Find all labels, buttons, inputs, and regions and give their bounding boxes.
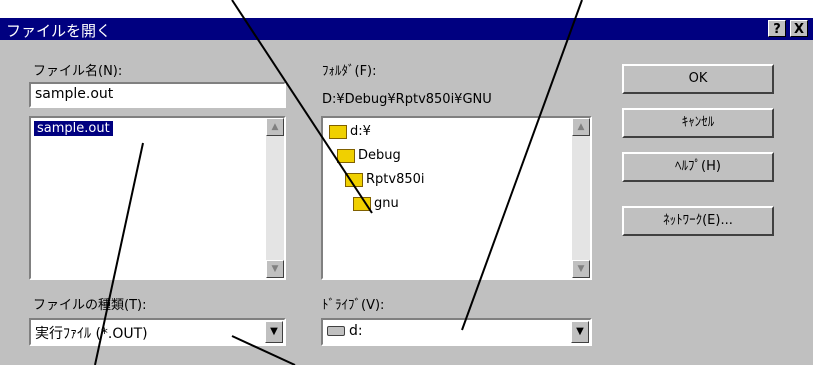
annotation-lines	[94, 0, 583, 365]
pointer-line-drive	[461, 0, 583, 331]
pointer-line-filelist	[94, 142, 144, 365]
pointer-line-folder	[231, 0, 373, 214]
pointer-line-filetype	[231, 335, 296, 365]
